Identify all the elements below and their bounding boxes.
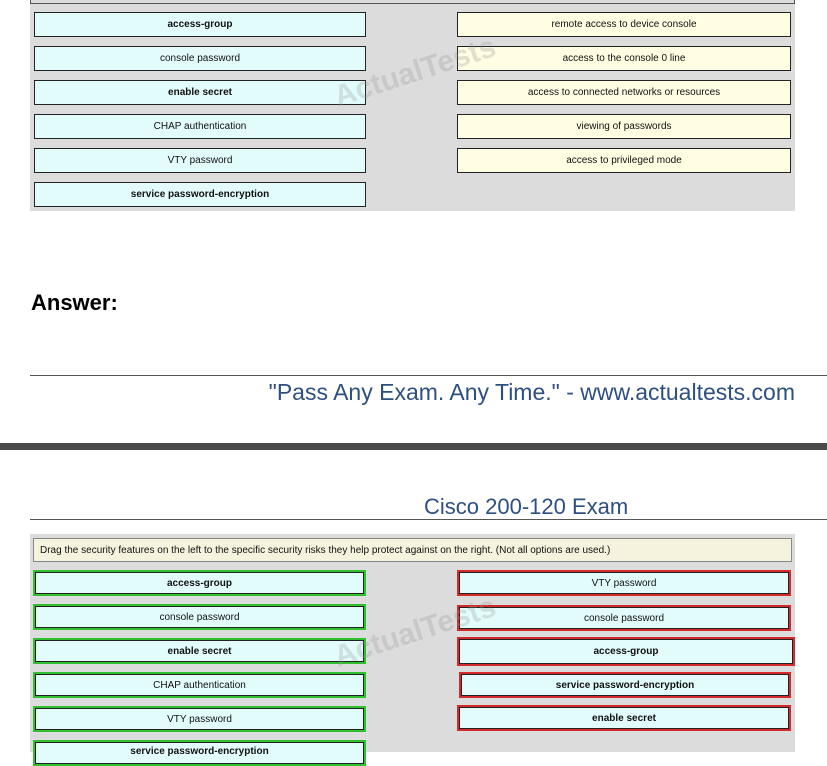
right-item-viewing-passwords[interactable]: viewing of passwords <box>457 114 791 139</box>
left-item-chap-authentication[interactable]: CHAP authentication <box>34 114 366 139</box>
right-item-privileged-mode[interactable]: access to privileged mode <box>457 148 791 173</box>
left-item-access-group[interactable]: access-group <box>34 12 366 37</box>
answer-label: Answer: <box>31 290 118 315</box>
left-item-console-password[interactable]: console password <box>34 46 366 71</box>
answer-left-item-console-password[interactable]: console password <box>33 604 366 630</box>
right-item-remote-access[interactable]: remote access to device console <box>457 12 791 37</box>
right-item-connected-networks[interactable]: access to connected networks or resource… <box>457 80 791 105</box>
answer-left-item-access-group[interactable]: access-group <box>33 570 366 596</box>
left-item-enable-secret[interactable]: enable secret <box>34 80 366 105</box>
answer-right-item-console-password[interactable]: console password <box>457 605 791 631</box>
left-item-vty-password[interactable]: VTY password <box>34 148 366 173</box>
page-break <box>0 443 827 450</box>
answer-right-item-service-password-encryption[interactable]: service password-encryption <box>459 672 791 698</box>
answer-left-item-enable-secret[interactable]: enable secret <box>33 638 366 664</box>
footer-rule <box>30 375 827 376</box>
answer-left-item-service-password-encryption[interactable]: service password-encryption <box>33 740 366 766</box>
page-header-title: Cisco 200-120 Exam <box>424 494 629 519</box>
left-item-service-password-encryption[interactable]: service password-encryption <box>34 182 366 207</box>
instruction-text: Drag the security features on the left t… <box>33 538 792 562</box>
footer-text: "Pass Any Exam. Any Time." - www.actualt… <box>268 379 795 405</box>
answer-right-item-access-group[interactable]: access-group <box>457 637 795 666</box>
answer-left-item-chap-authentication[interactable]: CHAP authentication <box>33 672 366 698</box>
answer-right-item-enable-secret[interactable]: enable secret <box>457 705 791 731</box>
header-rule <box>30 519 827 520</box>
answer-right-item-vty-password[interactable]: VTY password <box>457 570 791 596</box>
answer-left-item-vty-password[interactable]: VTY password <box>33 706 366 732</box>
right-item-console-line[interactable]: access to the console 0 line <box>457 46 791 71</box>
